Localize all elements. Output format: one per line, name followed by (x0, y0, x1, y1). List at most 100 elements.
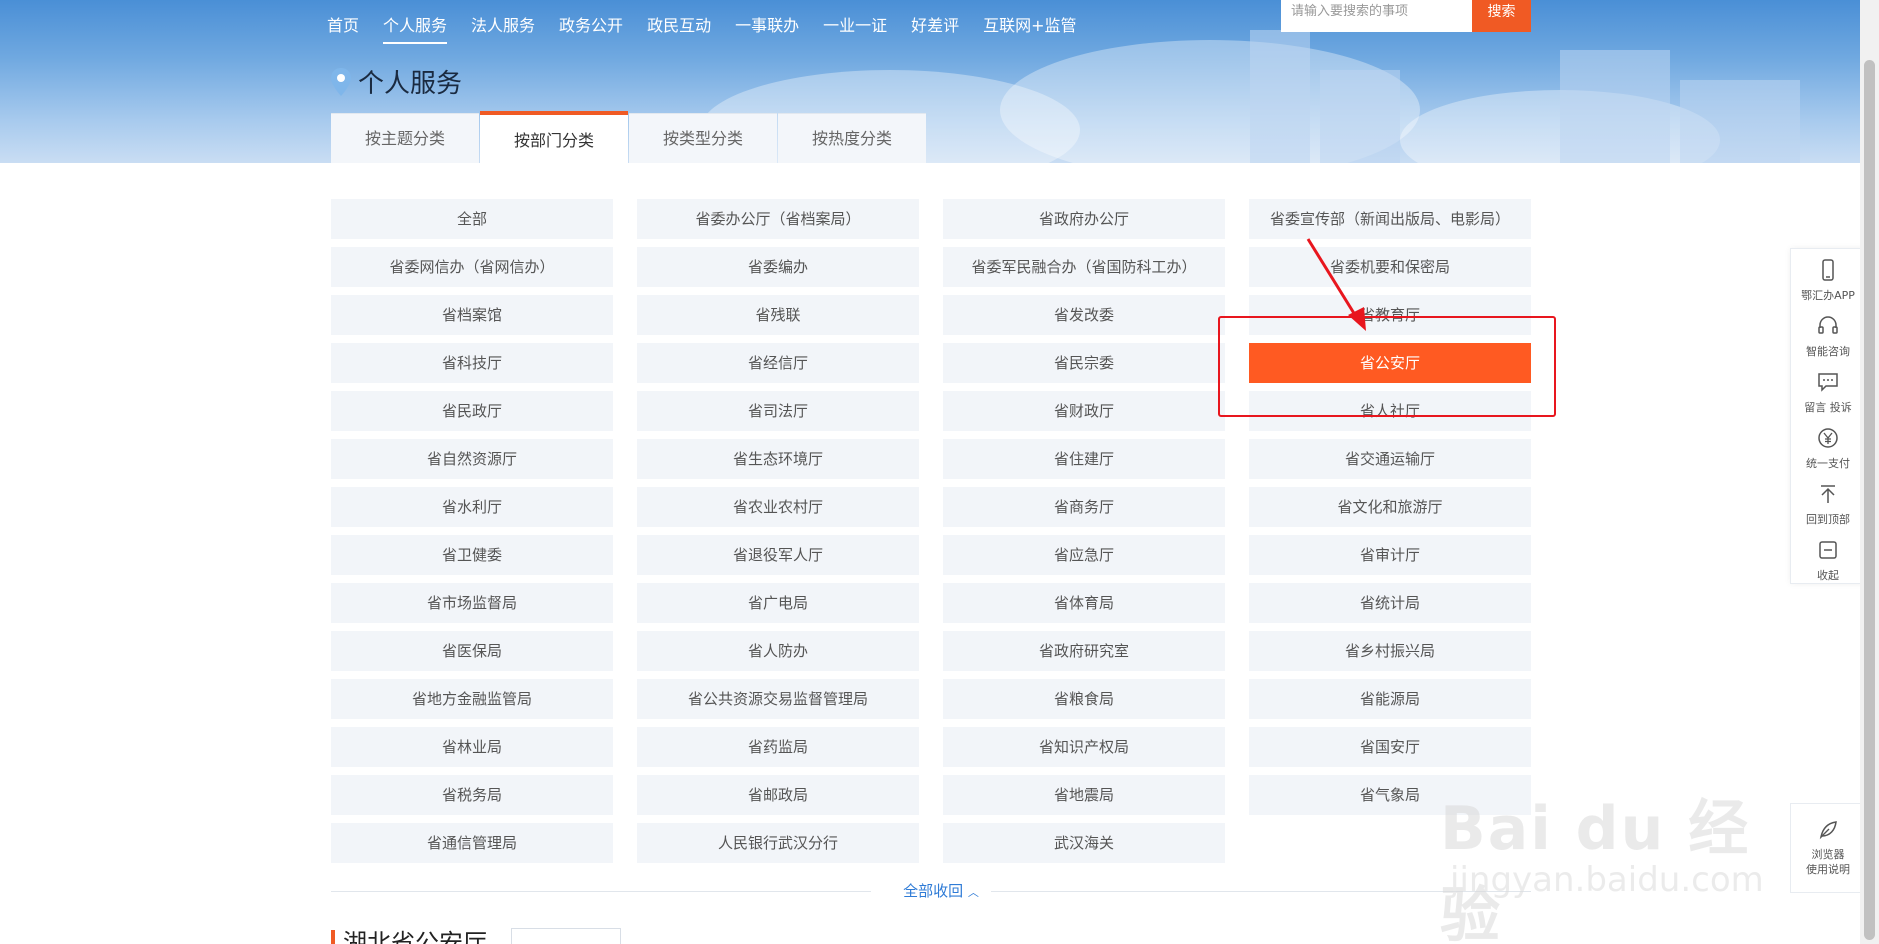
side-toolbar: 鄂汇办APP 智能咨询 留言 投诉 统一支付 回到顶部 收起 (1790, 248, 1866, 584)
department-item[interactable]: 省乡村振兴局 (1249, 631, 1531, 671)
location-pin-icon (331, 67, 351, 96)
department-item[interactable]: 省民宗委 (943, 343, 1225, 383)
tool-app[interactable]: 鄂汇办APP (1791, 249, 1865, 305)
department-item[interactable]: 省退役军人厅 (637, 535, 919, 575)
section-search-input[interactable] (511, 928, 621, 944)
nav-item-7[interactable]: 好差评 (911, 10, 959, 44)
department-item[interactable]: 省公共资源交易监督管理局 (637, 679, 919, 719)
department-item[interactable]: 人民银行武汉分行 (637, 823, 919, 863)
tool-label: 留言 投诉 (1804, 401, 1852, 414)
yen-icon (1818, 428, 1838, 448)
department-item[interactable]: 省档案馆 (331, 295, 613, 335)
tool-label: 收起 (1817, 569, 1839, 582)
department-item[interactable]: 省住建厅 (943, 439, 1225, 479)
tool-label: 统一支付 (1806, 457, 1850, 470)
department-item[interactable]: 省水利厅 (331, 487, 613, 527)
department-item[interactable]: 省发改委 (943, 295, 1225, 335)
department-item[interactable]: 省生态环境厅 (637, 439, 919, 479)
page-title: 个人服务 (358, 69, 463, 99)
tool-label: 鄂汇办APP (1801, 289, 1855, 302)
nav-item-0[interactable]: 首页 (327, 10, 359, 44)
browser-help-button[interactable]: 浏览器 使用说明 (1790, 803, 1866, 893)
department-item[interactable]: 省人防办 (637, 631, 919, 671)
tab-1[interactable]: 按部门分类 (480, 111, 628, 163)
tool-consult[interactable]: 智能咨询 (1791, 305, 1865, 361)
department-item[interactable]: 省财政厅 (943, 391, 1225, 431)
department-item[interactable]: 省人社厅 (1249, 391, 1531, 431)
nav-item-5[interactable]: 一事联办 (735, 10, 799, 44)
collapse-all-link[interactable]: 全部收回 ︿ (891, 880, 991, 901)
main-nav: 首页 个人服务 法人服务 政务公开 政民互动 一事联办 一业一证 好差评 互联网+监管 (327, 10, 1101, 44)
department-item[interactable]: 省商务厅 (943, 487, 1225, 527)
department-item[interactable]: 省经信厅 (637, 343, 919, 383)
department-item[interactable]: 省邮政局 (637, 775, 919, 815)
department-item[interactable]: 省自然资源厅 (331, 439, 613, 479)
department-item[interactable]: 省统计局 (1249, 583, 1531, 623)
department-item[interactable]: 省气象局 (1249, 775, 1531, 815)
department-item[interactable]: 省文化和旅游厅 (1249, 487, 1531, 527)
department-item[interactable]: 省国安厅 (1249, 727, 1531, 767)
department-item[interactable]: 省民政厅 (331, 391, 613, 431)
nav-item-6[interactable]: 一业一证 (823, 10, 887, 44)
header-banner: 首页 个人服务 法人服务 政务公开 政民互动 一事联办 一业一证 好差评 互联网+监管 请输入要… (0, 0, 1860, 163)
department-item[interactable]: 省通信管理局 (331, 823, 613, 863)
tool-message[interactable]: 留言 投诉 (1791, 361, 1865, 417)
department-item[interactable]: 省科技厅 (331, 343, 613, 383)
department-item[interactable]: 省税务局 (331, 775, 613, 815)
nav-item-2[interactable]: 法人服务 (471, 10, 535, 44)
search-input[interactable]: 请输入要搜索的事项 (1281, 0, 1472, 32)
department-item[interactable]: 省委办公厅（省档案局） (637, 199, 919, 239)
department-grid: 全部 省委办公厅（省档案局） 省政府办公厅 省委宣传部（新闻出版局、电影局） 省委网信办… (331, 199, 1531, 863)
headset-icon (1818, 316, 1838, 334)
department-item[interactable]: 省药监局 (637, 727, 919, 767)
department-item[interactable]: 省教育厅 (1249, 295, 1531, 335)
department-item[interactable]: 省医保局 (331, 631, 613, 671)
tool-label: 智能咨询 (1806, 345, 1850, 358)
collapse-icon (1819, 541, 1837, 559)
nav-item-4[interactable]: 政民互动 (647, 10, 711, 44)
department-item[interactable]: 武汉海关 (943, 823, 1225, 863)
tab-3[interactable]: 按热度分类 (778, 113, 926, 163)
department-item[interactable]: 省公安厅 (1249, 343, 1531, 383)
nav-item-3[interactable]: 政务公开 (559, 10, 623, 44)
department-item[interactable]: 省委网信办（省网信办） (331, 247, 613, 287)
department-item[interactable]: 省司法厅 (637, 391, 919, 431)
department-item[interactable]: 省政府研究室 (943, 631, 1225, 671)
department-item[interactable]: 省审计厅 (1249, 535, 1531, 575)
tool-back-to-top[interactable]: 回到顶部 (1791, 473, 1865, 529)
department-item[interactable]: 省广电局 (637, 583, 919, 623)
department-item[interactable]: 省知识产权局 (943, 727, 1225, 767)
page-scrollbar[interactable] (1860, 0, 1879, 944)
department-item[interactable]: 省残联 (637, 295, 919, 335)
department-item[interactable]: 省政府办公厅 (943, 199, 1225, 239)
department-item[interactable]: 省委编办 (637, 247, 919, 287)
department-item[interactable]: 省农业农村厅 (637, 487, 919, 527)
department-item[interactable]: 全部 (331, 199, 613, 239)
department-item[interactable]: 省体育局 (943, 583, 1225, 623)
scrollbar-thumb[interactable] (1864, 60, 1875, 940)
tool-pay[interactable]: 统一支付 (1791, 417, 1865, 473)
search-button[interactable]: 搜索 (1472, 0, 1531, 32)
nav-item-8[interactable]: 互联网+监管 (983, 10, 1076, 44)
department-item[interactable]: 省粮食局 (943, 679, 1225, 719)
tab-0[interactable]: 按主题分类 (331, 113, 479, 163)
department-item[interactable]: 省委机要和保密局 (1249, 247, 1531, 287)
department-item[interactable]: 省交通运输厅 (1249, 439, 1531, 479)
department-item[interactable]: 省能源局 (1249, 679, 1531, 719)
browser-leaf-icon (1819, 821, 1837, 840)
nav-item-1[interactable]: 个人服务 (383, 10, 448, 44)
browser-help-line1: 浏览器 (1811, 848, 1845, 861)
department-item[interactable]: 省卫健委 (331, 535, 613, 575)
tab-2[interactable]: 按类型分类 (629, 113, 777, 163)
tool-collapse[interactable]: 收起 (1791, 529, 1865, 585)
department-item[interactable]: 省地震局 (943, 775, 1225, 815)
department-item[interactable]: 省委宣传部（新闻出版局、电影局） (1249, 199, 1531, 239)
category-tabs: 按主题分类 按部门分类 按类型分类 按热度分类 (331, 111, 927, 163)
section-title: 湖北省公安厅 (331, 930, 487, 944)
message-icon (1818, 373, 1838, 392)
department-item[interactable]: 省应急厅 (943, 535, 1225, 575)
department-item[interactable]: 省林业局 (331, 727, 613, 767)
department-item[interactable]: 省地方金融监管局 (331, 679, 613, 719)
department-item[interactable]: 省市场监督局 (331, 583, 613, 623)
department-item[interactable]: 省委军民融合办（省国防科工办） (943, 247, 1225, 287)
